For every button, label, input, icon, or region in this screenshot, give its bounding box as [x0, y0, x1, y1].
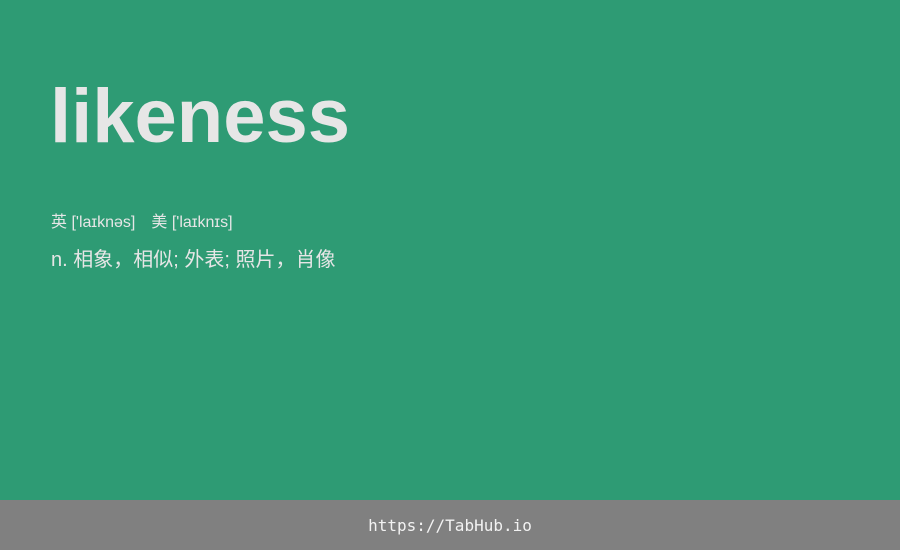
phonetic-us: 美 ['laɪknɪs]	[151, 212, 232, 234]
definition-text: n. 相象，相似; 外表; 照片，肖像	[51, 249, 336, 271]
phonetic-uk-label: 英	[51, 214, 68, 231]
footer-bar: https://TabHub.io	[0, 500, 900, 550]
phonetic-us-label: 美	[151, 214, 168, 231]
phonetic-us-ipa: ['laɪknɪs]	[171, 214, 233, 231]
tabhub-link[interactable]: https://TabHub.io	[368, 516, 532, 535]
phonetics-row: 英 ['laɪknəs] 美 ['laɪknɪs]	[51, 212, 233, 234]
phonetic-uk-ipa: ['laɪknəs]	[71, 214, 136, 231]
phonetic-uk: 英 ['laɪknəs]	[51, 212, 135, 234]
word-card: likeness 英 ['laɪknəs] 美 ['laɪknɪs] n. 相象，…	[0, 0, 900, 500]
word-title: likeness	[50, 74, 350, 159]
